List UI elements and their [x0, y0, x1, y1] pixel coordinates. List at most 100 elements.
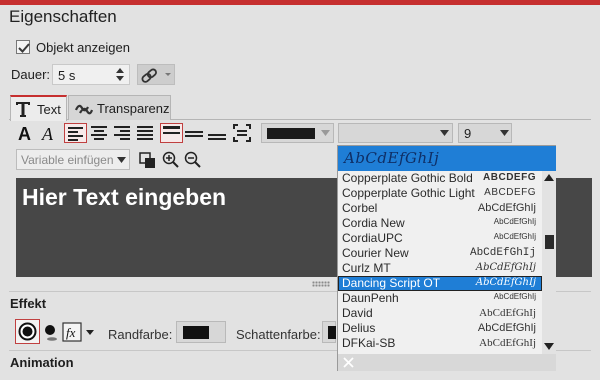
effect-outline-button[interactable] — [15, 319, 40, 344]
valign-bottom-button[interactable] — [207, 123, 227, 143]
font-item-copperplate-gothic-light[interactable]: Copperplate Gothic Light ABCDEFG — [338, 186, 542, 201]
text-editor-content: Hier Text eingeben — [22, 184, 227, 210]
align-center-icon — [91, 126, 107, 140]
font-list[interactable]: Copperplate Gothic Bold ABCDEFG Copperpl… — [338, 171, 542, 354]
svg-text:A: A — [18, 124, 31, 143]
align-center-button[interactable] — [89, 123, 109, 143]
scroll-up-icon[interactable] — [544, 174, 554, 181]
close-icon[interactable] — [343, 357, 354, 368]
font-item-preview: AbCdEfGhIj — [493, 217, 536, 226]
font-item-david[interactable]: David AbCdEfGhIj — [338, 306, 542, 321]
align-right-icon — [114, 126, 130, 140]
chevron-down-icon — [321, 130, 330, 136]
font-dropdown[interactable]: AbCdEfGhIj Copperplate Gothic Bold ABCDE… — [337, 145, 556, 371]
duration-label: Dauer: — [11, 67, 51, 82]
fit-text-icon — [233, 124, 251, 142]
resize-grip[interactable] — [312, 281, 330, 287]
font-item-preview: AbCdEfGhIj — [479, 337, 536, 349]
font-item-preview: ABCDEFG — [484, 187, 536, 198]
align-left-icon — [68, 127, 83, 141]
duration-stepper[interactable]: 5 s — [52, 64, 130, 85]
valign-top-icon — [163, 126, 180, 134]
font-item-preview: AbCdEfGhIj — [475, 277, 536, 288]
stepper-arrows-icon[interactable] — [115, 67, 125, 82]
text-color-swatch — [267, 128, 315, 139]
shadow-color-picker[interactable] — [322, 321, 336, 343]
font-item-name: DaunPenh — [342, 291, 399, 305]
font-item-curlz-mt[interactable]: Curlz MT AbCdEfGhIj — [338, 261, 542, 276]
font-item-preview: AbCdEfGhIj — [475, 262, 536, 273]
tab-transparency-label: Transparenz — [97, 101, 170, 116]
italic-a-icon: A — [41, 124, 54, 144]
insert-variable-select[interactable]: Variable einfügen — [16, 149, 130, 170]
fit-text-button[interactable] — [232, 123, 252, 143]
panel-title: Eigenschaften — [9, 7, 117, 26]
dropdown-footer — [338, 354, 556, 371]
font-item-name: Curlz MT — [342, 261, 391, 275]
text-color-picker[interactable] — [261, 123, 334, 143]
border-color-swatch — [183, 326, 209, 339]
valign-middle-button[interactable] — [184, 123, 204, 143]
valign-middle-icon — [185, 131, 203, 137]
link-button[interactable] — [137, 64, 175, 85]
scrollbar-thumb[interactable] — [545, 235, 554, 249]
zoom-in-icon[interactable] — [162, 151, 180, 169]
checkmark-icon — [18, 43, 30, 53]
font-item-copperplate-gothic-bold[interactable]: Copperplate Gothic Bold ABCDEFG — [338, 171, 542, 186]
chevron-down-icon — [440, 130, 449, 136]
font-item-corbel[interactable]: Corbel AbCdEfGhIj — [338, 201, 542, 216]
font-item-cordia-new[interactable]: Cordia New AbCdEfGhIj — [338, 216, 542, 231]
font-item-preview: AbCdEfGhIj — [477, 322, 536, 334]
tab-text[interactable]: Text — [10, 95, 67, 121]
font-item-preview: AbCdEfGhIj — [469, 247, 536, 259]
font-item-name: Corbel — [342, 201, 378, 215]
zoom-out-icon[interactable] — [184, 151, 202, 169]
font-item-dfkai-sb[interactable]: DFKai-SB AbCdEfGhIj — [338, 336, 542, 351]
align-justify-icon — [137, 126, 153, 140]
svg-text:A: A — [41, 124, 54, 143]
font-item-preview: AbCdEfGhIj — [477, 202, 536, 214]
fx-effect-icon[interactable]: fx — [62, 322, 98, 342]
tab-transparency[interactable]: Transparenz — [68, 95, 171, 120]
outline-circle-icon — [18, 322, 37, 341]
font-item-name: Cordia New — [342, 216, 405, 230]
shadow-icon[interactable] — [43, 322, 59, 342]
effect-section-title: Effekt — [10, 296, 47, 311]
font-item-name: Dancing Script OT — [342, 276, 441, 290]
font-list-scrollbar[interactable] — [542, 171, 556, 354]
link-icon — [141, 68, 171, 83]
font-item-name: David — [342, 306, 373, 320]
font-item-name: Delius — [342, 321, 376, 335]
border-color-label: Randfarbe: — [108, 327, 173, 342]
font-item-courier-new[interactable]: Courier New AbCdEfGhIj — [338, 246, 542, 261]
italic-button[interactable]: A — [39, 123, 59, 144]
font-item-preview: AbCdEfGhIj — [493, 232, 536, 241]
font-item-name: Courier New — [342, 246, 409, 260]
valign-top-button[interactable] — [160, 123, 183, 143]
font-preview-header: AbCdEfGhIj — [338, 146, 556, 171]
font-item-cordiaupc[interactable]: CordiaUPC AbCdEfGhIj — [338, 231, 542, 246]
text-t-icon — [16, 102, 30, 117]
font-item-daunpenh[interactable]: DaunPenh AbCdEfGhIj — [338, 291, 542, 306]
chevron-down-icon — [500, 130, 509, 136]
copy-style-icon[interactable] — [139, 151, 157, 169]
border-color-picker[interactable] — [176, 321, 226, 343]
show-object-checkbox[interactable] — [16, 40, 30, 54]
scroll-down-icon[interactable] — [544, 343, 554, 350]
bold-button[interactable]: A — [16, 123, 36, 144]
font-item-preview: AbCdEfGhIj — [479, 307, 536, 319]
justify-button[interactable] — [135, 123, 155, 143]
tab-text-label: Text — [37, 102, 61, 117]
font-item-delius[interactable]: Delius AbCdEfGhIj — [338, 321, 542, 336]
bold-a-icon: A — [18, 124, 31, 144]
chevron-down-icon — [117, 157, 126, 163]
font-size-select[interactable]: 9 — [458, 123, 512, 143]
font-item-dancing-script-ot[interactable]: Dancing Script OT AbCdEfGhIj — [338, 276, 542, 291]
font-item-name: DFKai-SB — [342, 336, 396, 350]
align-left-button[interactable] — [64, 123, 87, 143]
font-item-preview: ABCDEFG — [483, 172, 536, 183]
align-right-button[interactable] — [112, 123, 132, 143]
svg-text:fx: fx — [66, 325, 76, 340]
font-family-select[interactable] — [338, 123, 453, 143]
chevron-down-icon — [165, 73, 171, 76]
